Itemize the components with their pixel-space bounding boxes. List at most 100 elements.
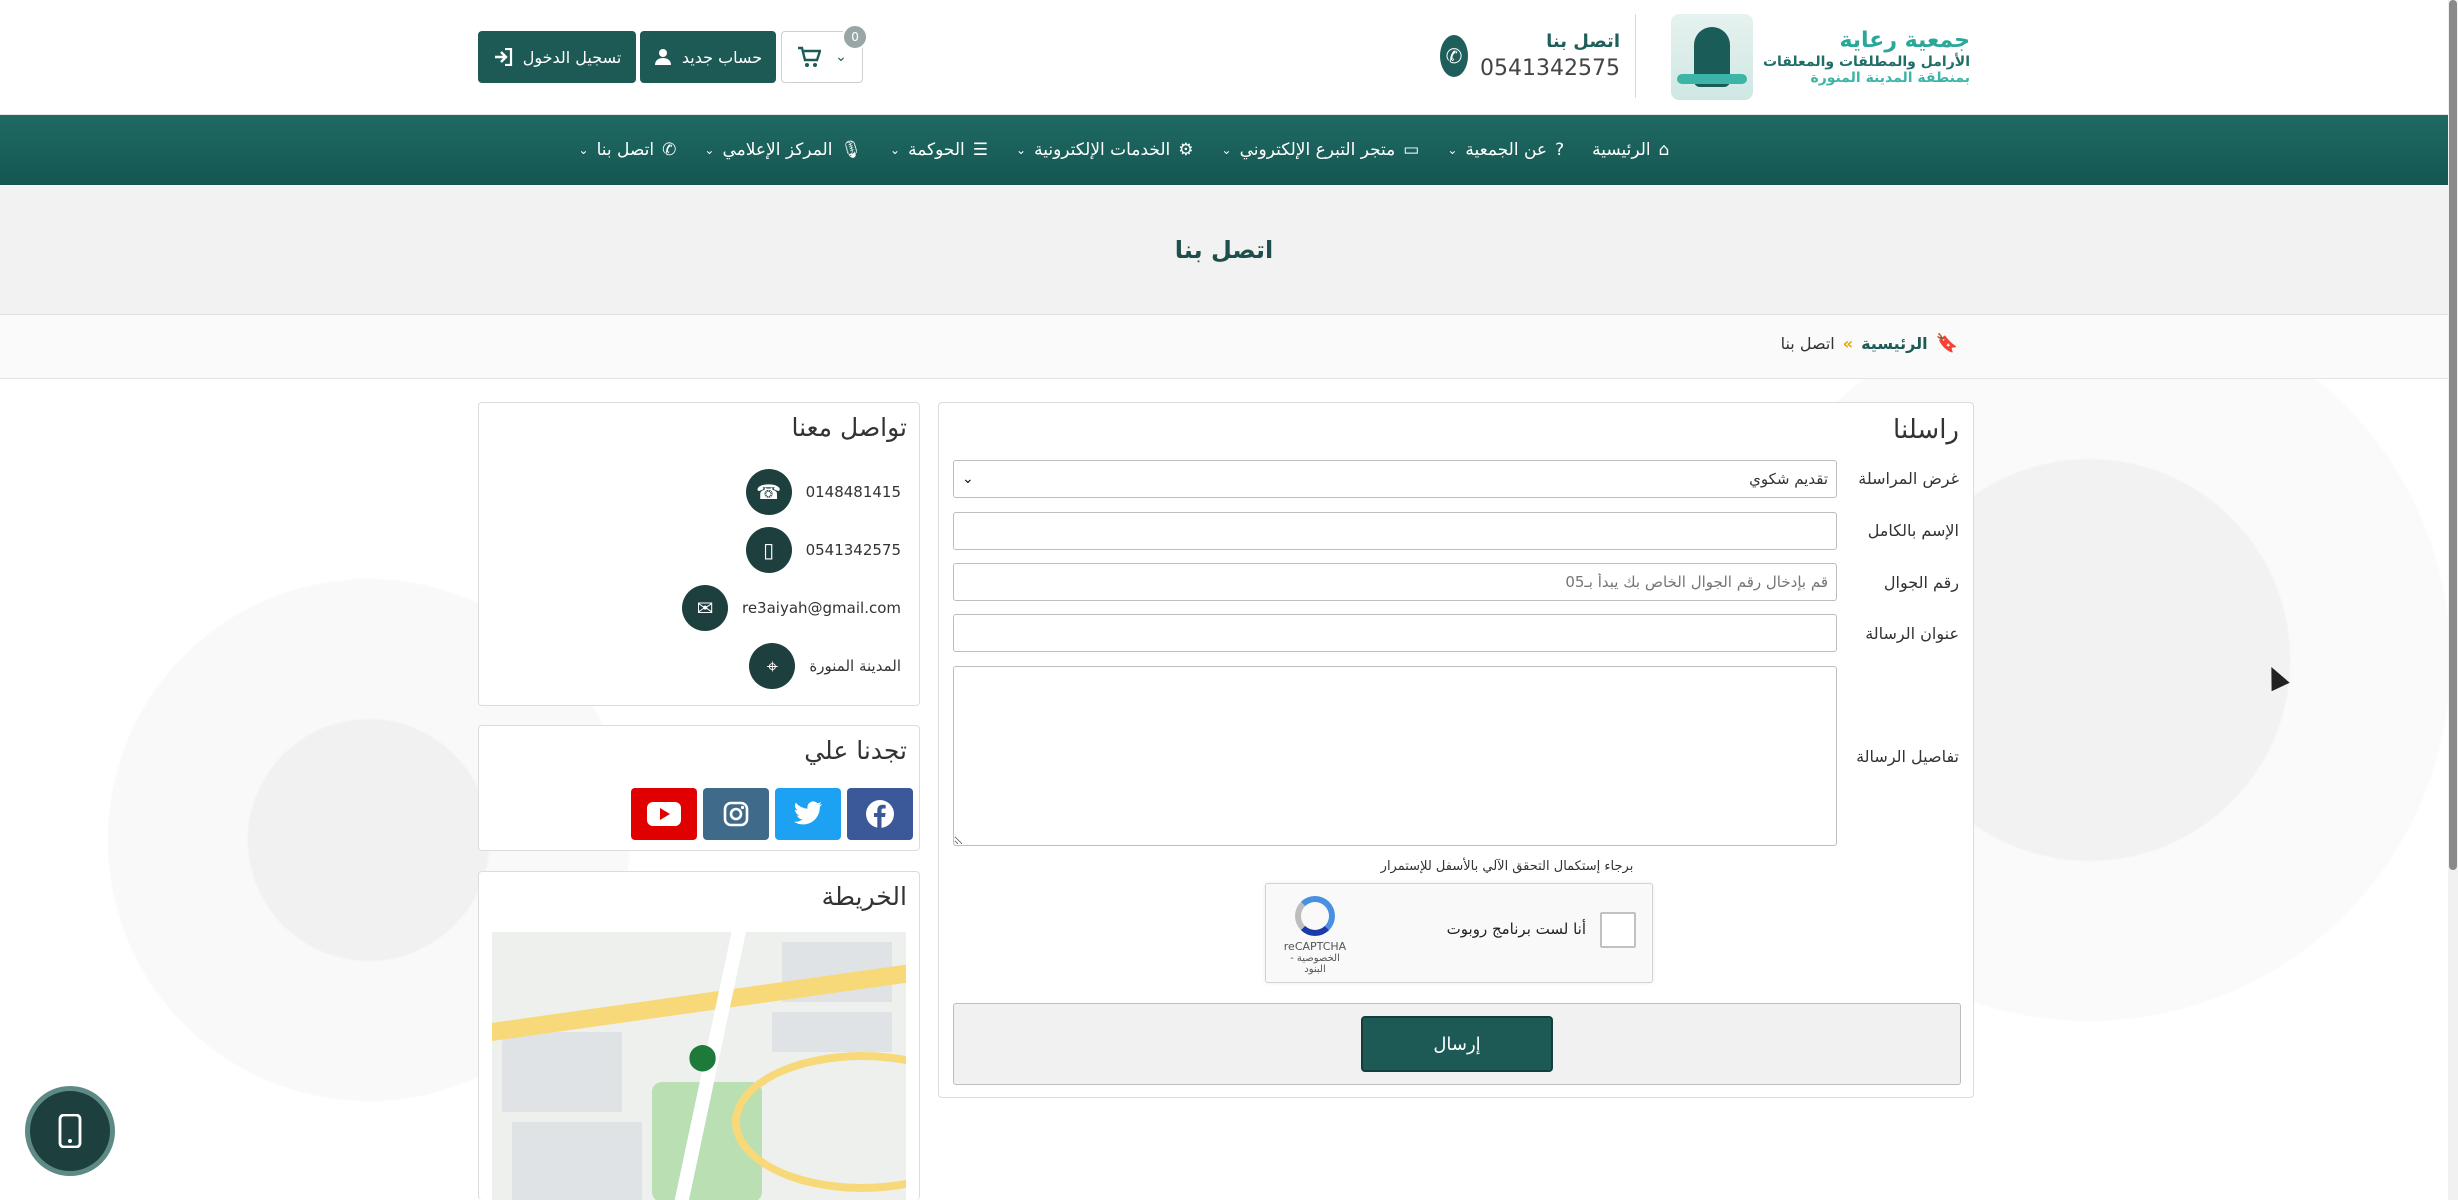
chevron-down-icon: ⌄ — [1221, 143, 1232, 157]
page-title-band: اتصل بنا — [0, 185, 2448, 315]
fullname-input[interactable] — [953, 512, 1837, 550]
envelope-icon: ✉ — [681, 585, 728, 631]
cart-button[interactable]: ⌄ 0 — [781, 24, 868, 83]
breadcrumb-separator: » — [1842, 334, 1854, 353]
logo-brand: جمعية رعاية — [1839, 28, 1970, 54]
contact-mobile-value[interactable]: 0541342575 — [806, 541, 901, 559]
instagram-icon — [723, 801, 749, 827]
microphone-icon: 🎙 — [840, 140, 863, 160]
sign-in-icon — [494, 48, 512, 66]
map-title: الخريطة — [821, 882, 907, 911]
bookmark-icon: 🔖 — [1935, 333, 1958, 354]
contact-info-title: تواصل معنا — [791, 413, 907, 442]
nav-item-contact[interactable]: ✆ اتصل بنا ⌄ — [579, 140, 677, 160]
header-contact[interactable]: اتصل بنا 0541342575 ✆ — [1440, 26, 1620, 86]
nav-item-label: الخدمات الإلكترونية — [1034, 140, 1171, 160]
contact-row-telephone: 0148481415 ☎ — [745, 469, 901, 515]
form-title: راسلنا — [1893, 415, 1959, 445]
social-panel: تجدنا علي — [478, 725, 920, 851]
header-contact-phone[interactable]: 0541342575 — [1480, 56, 1620, 81]
scrollbar-thumb[interactable] — [2449, 0, 2457, 870]
nav-item-label: اتصل بنا — [596, 140, 655, 160]
details-textarea[interactable] — [953, 666, 1837, 846]
submit-area: إرسال — [953, 1003, 1961, 1085]
mobile-icon: ▯ — [745, 527, 792, 573]
nav-item-label: المركز الإعلامي — [722, 140, 833, 160]
instagram-button[interactable] — [703, 788, 769, 840]
site-logo[interactable]: جمعية رعاية الأرامل والمطلقات والمعلقات … — [1660, 12, 1970, 102]
youtube-button[interactable] — [631, 788, 697, 840]
submit-button[interactable]: إرسال — [1361, 1016, 1553, 1072]
nav-item-media[interactable]: 🎙 المركز الإعلامي ⌄ — [704, 140, 862, 160]
nav-item-label: عن الجمعية — [1465, 140, 1548, 160]
login-button[interactable]: تسجيل الدخول — [478, 31, 636, 83]
chevron-down-icon: ⌄ — [890, 143, 901, 157]
nav-item-store[interactable]: ▭ متجر التبرع الإلكتروني ⌄ — [1222, 140, 1420, 160]
card-icon: ▭ — [1403, 140, 1420, 160]
twitter-button[interactable] — [775, 788, 841, 840]
recaptcha-terms-link[interactable]: الخصوصية - البنود — [1280, 953, 1350, 975]
nav-item-label: متجر التبرع الإلكتروني — [1239, 140, 1396, 160]
logo-line2: بمنطقة المدينة المنورة — [1810, 69, 1970, 86]
recaptcha-brand: reCAPTCHA — [1283, 940, 1347, 953]
contact-row-mobile: 0541342575 ▯ — [745, 527, 901, 573]
home-icon: ⌂ — [1658, 140, 1670, 160]
social-links — [631, 788, 913, 840]
social-title: تجدنا علي — [804, 736, 907, 765]
chevron-down-icon: ⌄ — [835, 49, 847, 65]
nav-item-about[interactable]: ? عن الجمعية ⌄ — [1447, 140, 1564, 160]
chevron-down-icon: ⌄ — [1447, 143, 1458, 157]
gears-icon: ⚙ — [1178, 140, 1194, 160]
purpose-selected-value: تقديم شكوي — [1749, 470, 1828, 488]
subject-label: عنوان الرسالة — [1865, 624, 1959, 643]
floating-contact-button[interactable] — [25, 1086, 115, 1176]
mobile-input[interactable] — [953, 563, 1837, 601]
embedded-map[interactable]: ⬤ — [492, 932, 906, 1200]
logo-emblem-icon — [1670, 14, 1753, 100]
top-header: جمعية رعاية الأرامل والمطلقات والمعلقات … — [0, 0, 2448, 115]
map-panel: الخريطة ⬤ — [478, 871, 920, 1200]
login-label: تسجيل الدخول — [522, 47, 622, 67]
chevron-down-icon: ⌄ — [1016, 143, 1027, 157]
nav-item-label: الرئيسية — [1592, 140, 1651, 160]
fullname-label: الإسم بالكامل — [1867, 521, 1959, 540]
register-button[interactable]: حساب جديد — [640, 31, 776, 83]
contact-form-panel: راسلنا غرض المراسلة تقديم شكوي ⌄ الإسم ب… — [938, 402, 1974, 1098]
breadcrumb-home-link[interactable]: الرئيسية — [1861, 334, 1928, 353]
purpose-label: غرض المراسلة — [1858, 469, 1959, 488]
nav-item-governance[interactable]: ☰ الحوكمة ⌄ — [890, 140, 988, 160]
mobile-icon — [58, 1114, 82, 1148]
details-label: تفاصيل الرسالة — [1856, 747, 1959, 766]
contact-row-location: المدينة المنورة ⌖ — [749, 643, 901, 689]
recaptcha-icon — [1295, 896, 1335, 936]
header-divider — [1635, 14, 1636, 98]
list-icon: ☰ — [972, 140, 989, 160]
contact-email-value[interactable]: re3aiyah@gmail.com — [742, 599, 901, 617]
contact-telephone-value[interactable]: 0148481415 — [806, 483, 901, 501]
chevron-down-icon: ⌄ — [704, 143, 715, 157]
telephone-icon: ☎ — [745, 469, 792, 515]
breadcrumb: 🔖 الرئيسية » اتصل بنا — [1781, 333, 1958, 354]
chevron-down-icon: ⌄ — [578, 143, 589, 157]
chevron-down-icon: ⌄ — [962, 471, 974, 487]
youtube-icon — [647, 802, 681, 826]
user-icon — [654, 49, 671, 65]
subject-input[interactable] — [953, 614, 1837, 652]
nav-item-eservices[interactable]: ⚙ الخدمات الإلكترونية ⌄ — [1016, 140, 1194, 160]
recaptcha-logo: reCAPTCHA الخصوصية - البنود — [1280, 896, 1350, 975]
recaptcha-widget: أنا لست برنامج روبوت reCAPTCHA الخصوصية … — [1265, 883, 1653, 983]
captcha-note: برجاء إستكمال التحقق الآلي بالأسفل للإست… — [1380, 859, 1634, 874]
contact-info-panel: تواصل معنا 0148481415 ☎ 0541342575 ▯ re3… — [478, 402, 920, 706]
register-label: حساب جديد — [681, 47, 763, 67]
header-contact-label: اتصل بنا — [1546, 31, 1620, 52]
page-scrollbar[interactable] — [2448, 0, 2458, 1200]
contact-row-email: re3aiyah@gmail.com ✉ — [681, 585, 901, 631]
purpose-select[interactable]: تقديم شكوي ⌄ — [953, 460, 1837, 498]
breadcrumb-current: اتصل بنا — [1780, 334, 1835, 353]
main-nav: ⌂ الرئيسية ? عن الجمعية ⌄ ▭ متجر التبرع … — [0, 115, 2448, 185]
nav-item-home[interactable]: ⌂ الرئيسية — [1592, 140, 1669, 160]
recaptcha-label: أنا لست برنامج روبوت — [1446, 920, 1586, 938]
question-icon: ? — [1555, 140, 1565, 160]
recaptcha-checkbox[interactable] — [1600, 912, 1636, 948]
facebook-button[interactable] — [847, 788, 913, 840]
